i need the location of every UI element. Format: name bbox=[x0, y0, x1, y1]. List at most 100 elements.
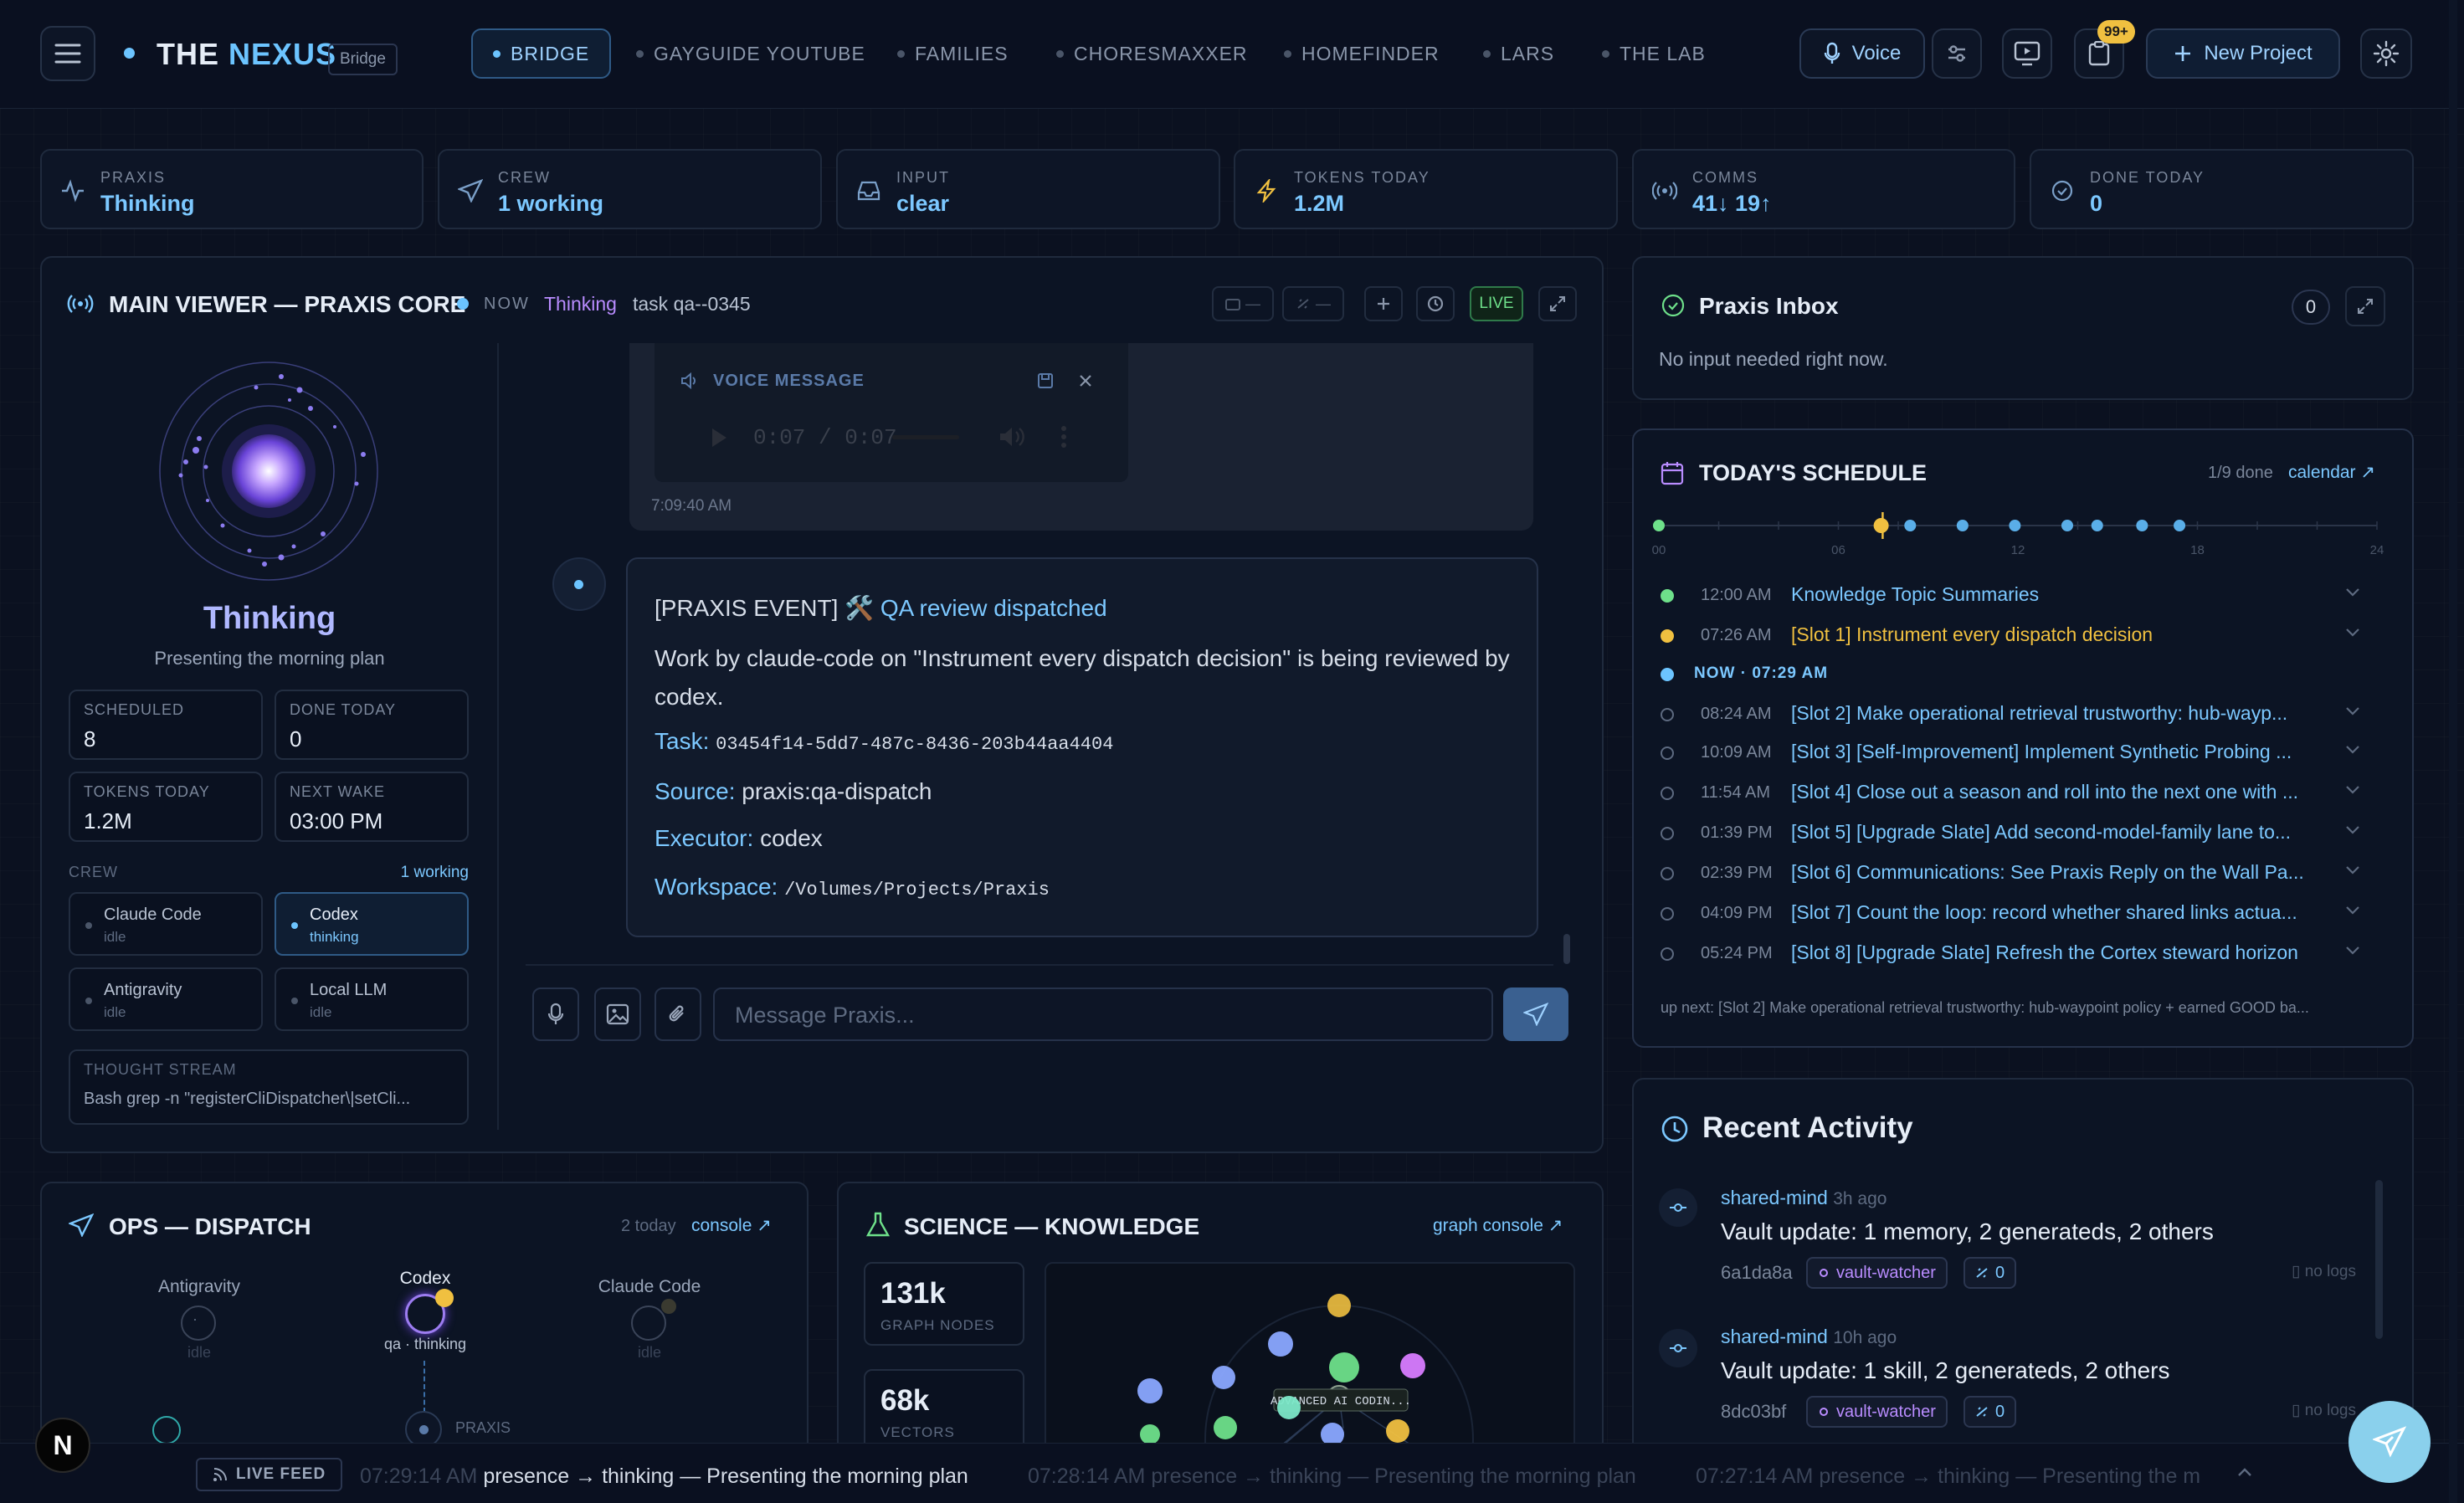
tab-label: HOMEFINDER bbox=[1301, 42, 1440, 64]
play-icon[interactable] bbox=[710, 427, 728, 449]
graph-console-link[interactable]: graph console ↗ bbox=[1433, 1215, 1563, 1236]
schedule-item[interactable]: 01:39 PM [Slot 5] [Upgrade Slate] Add sec… bbox=[1657, 818, 2385, 852]
activity-source[interactable]: shared-mind bbox=[1721, 1187, 1828, 1208]
expand-button[interactable] bbox=[1538, 286, 1577, 321]
commit-icon bbox=[1670, 1344, 1686, 1352]
link-toggle[interactable]: — bbox=[1282, 286, 1344, 321]
crew-local-llm[interactable]: Local LLM idle bbox=[275, 967, 469, 1031]
crew-name: Claude Code bbox=[104, 905, 202, 924]
timeline-marker[interactable] bbox=[2061, 520, 2073, 531]
chevron-down-icon[interactable] bbox=[2345, 628, 2360, 638]
timeline-marker[interactable] bbox=[1956, 520, 1969, 531]
activity-text: Vault update: 1 skill, 2 generateds, 2 o… bbox=[1721, 1357, 2170, 1383]
mic-button[interactable] bbox=[532, 987, 579, 1041]
audio-scrubber[interactable] bbox=[892, 435, 959, 439]
tab-families[interactable]: FAMILIES bbox=[897, 28, 1009, 79]
volume-icon[interactable] bbox=[998, 425, 1026, 449]
schedule-item[interactable]: 08:24 AM [Slot 2] Make operational retrie… bbox=[1657, 700, 2385, 733]
links-chip[interactable]: 0 bbox=[1964, 1396, 2017, 1428]
timeline-marker[interactable] bbox=[1904, 520, 1917, 531]
activity-source[interactable]: shared-mind bbox=[1721, 1326, 1828, 1347]
vault-watcher-chip[interactable]: vault-watcher bbox=[1806, 1257, 1948, 1289]
chevron-down-icon[interactable] bbox=[2345, 946, 2360, 956]
calendar-link[interactable]: calendar ↗ bbox=[2288, 462, 2375, 483]
stat-label: INPUT bbox=[896, 169, 950, 186]
chat-scrollbar[interactable] bbox=[1563, 934, 1570, 964]
chevron-up-icon[interactable] bbox=[2236, 1466, 2253, 1478]
add-button[interactable] bbox=[1364, 286, 1403, 321]
schedule-item-title: Knowledge Topic Summaries bbox=[1791, 583, 2040, 605]
settings-button[interactable] bbox=[2360, 28, 2412, 79]
chevron-down-icon[interactable] bbox=[2345, 745, 2360, 755]
screen-button[interactable] bbox=[2002, 28, 2052, 79]
crew-codex[interactable]: Codex thinking bbox=[275, 892, 469, 956]
save-icon[interactable] bbox=[1036, 372, 1055, 390]
send-button[interactable] bbox=[1503, 987, 1568, 1041]
schedule-item[interactable]: 07:26 AM [Slot 1] Instrument every dispat… bbox=[1657, 621, 2385, 654]
tab-homefinder[interactable]: HOMEFINDER bbox=[1284, 28, 1440, 79]
schedule-item-status-dot bbox=[1661, 629, 1674, 643]
send-fab[interactable] bbox=[2348, 1401, 2431, 1483]
send-icon bbox=[1523, 1003, 1548, 1026]
schedule-item[interactable]: 04:09 PM [Slot 7] Count the loop: record … bbox=[1657, 899, 2385, 932]
tab-gayguide-youtube[interactable]: GAYGUIDE YOUTUBE bbox=[636, 28, 865, 79]
vault-watcher-chip[interactable]: vault-watcher bbox=[1806, 1396, 1948, 1428]
stat-comms: COMMS 41↓ 19↑ bbox=[1632, 149, 2015, 229]
timeline-marker[interactable] bbox=[2174, 520, 2186, 531]
inbox-expand-button[interactable] bbox=[2345, 286, 2385, 326]
tab-choresmaxxer[interactable]: CHORESMAXXER bbox=[1056, 28, 1248, 79]
chip-label: 0 bbox=[1995, 1263, 2005, 1282]
ticker-item: 07:29:14 AM presence → thinking — Presen… bbox=[360, 1465, 968, 1489]
camera-toggle[interactable]: — bbox=[1212, 286, 1274, 321]
crew-status-dot bbox=[85, 998, 92, 1004]
crew-antigravity[interactable]: Antigravity idle bbox=[69, 967, 263, 1031]
ops-console-link[interactable]: console ↗ bbox=[691, 1215, 772, 1236]
send-icon bbox=[2373, 1426, 2406, 1458]
schedule-item[interactable]: 11:54 AM [Slot 4] Close out a season and … bbox=[1657, 778, 2385, 812]
activity-scrollbar[interactable] bbox=[2375, 1180, 2383, 1339]
stat-label: DONE TODAY bbox=[2090, 169, 2205, 186]
ops-secondary-node[interactable] bbox=[152, 1416, 181, 1444]
assistant-logo[interactable]: N bbox=[35, 1418, 90, 1473]
chevron-down-icon[interactable] bbox=[2345, 587, 2360, 598]
more-vertical-icon[interactable] bbox=[1060, 425, 1068, 449]
close-icon[interactable] bbox=[1078, 373, 1093, 388]
history-button[interactable] bbox=[1416, 286, 1455, 321]
chevron-down-icon[interactable] bbox=[2345, 905, 2360, 916]
chevron-down-icon[interactable] bbox=[2345, 865, 2360, 875]
tab-bridge[interactable]: BRIDGE bbox=[471, 28, 612, 79]
schedule-item[interactable]: 12:00 AM Knowledge Topic Summaries bbox=[1657, 581, 2385, 614]
timeline-marker[interactable] bbox=[2136, 520, 2148, 531]
voice-message-label: VOICE MESSAGE bbox=[713, 372, 865, 390]
timeline-marker[interactable] bbox=[1653, 520, 1665, 531]
page-scrollbar[interactable] bbox=[2449, 0, 2457, 1503]
ops-agent-node[interactable]: · bbox=[181, 1306, 216, 1341]
links-chip[interactable]: 0 bbox=[1964, 1257, 2017, 1289]
attach-button[interactable] bbox=[654, 987, 701, 1041]
schedule-item-status-dot bbox=[1661, 827, 1674, 840]
chevron-down-icon[interactable] bbox=[2345, 706, 2360, 716]
menu-button[interactable] bbox=[40, 26, 95, 81]
schedule-item[interactable]: 10:09 AM [Slot 3] [Self-Improvement] Impl… bbox=[1657, 738, 2385, 772]
timeline-marker[interactable] bbox=[2009, 520, 2021, 531]
voice-button[interactable]: Voice bbox=[1799, 28, 1925, 79]
thought-text: Bash grep -n "registerCliDispatcher\|set… bbox=[84, 1090, 411, 1108]
chevron-down-icon[interactable] bbox=[2345, 825, 2360, 835]
image-button[interactable] bbox=[594, 987, 641, 1041]
timeline-marker[interactable] bbox=[2091, 520, 2103, 531]
live-button[interactable]: LIVE bbox=[1470, 286, 1523, 321]
new-project-button[interactable]: New Project bbox=[2146, 28, 2340, 79]
tab-dot bbox=[636, 49, 644, 58]
app-badge: Bridge bbox=[328, 44, 398, 75]
tab-lars[interactable]: LARS bbox=[1483, 28, 1554, 79]
chevron-down-icon[interactable] bbox=[2345, 785, 2360, 795]
schedule-item[interactable]: 05:24 PM [Slot 8] [Upgrade Slate] Refresh… bbox=[1657, 939, 2385, 972]
message-input[interactable]: Message Praxis... bbox=[713, 987, 1493, 1041]
sliders-button[interactable] bbox=[1932, 28, 1982, 79]
crew-claude-code[interactable]: Claude Code idle bbox=[69, 892, 263, 956]
schedule-item[interactable]: 02:39 PM [Slot 6] Communications: See Pra… bbox=[1657, 859, 2385, 892]
timeline-marker[interactable] bbox=[1873, 518, 1889, 533]
ops-agent-node[interactable] bbox=[631, 1306, 666, 1341]
tab-the-lab[interactable]: THE LAB bbox=[1602, 28, 1706, 79]
crew-status-dot bbox=[85, 922, 92, 929]
